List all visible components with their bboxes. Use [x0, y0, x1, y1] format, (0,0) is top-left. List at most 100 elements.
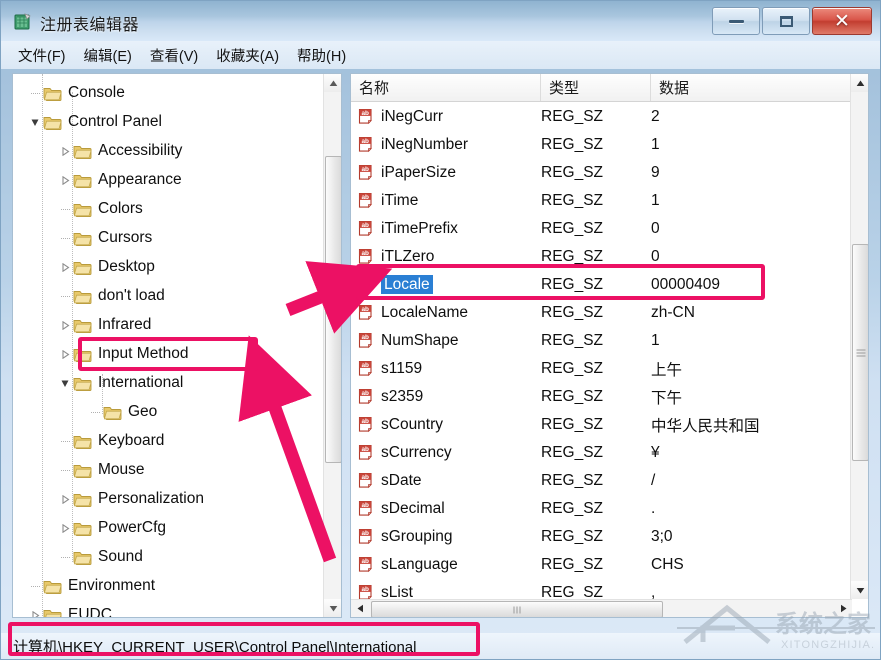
tree-connector-line: [57, 455, 73, 485]
tree-connector-line: [87, 397, 103, 427]
tree-scroll-down-button[interactable]: [324, 599, 342, 617]
tree-node-colors[interactable]: Colors: [57, 194, 143, 224]
tree-node-don-t-load[interactable]: don't load: [57, 281, 165, 311]
tree-node-label: PowerCfg: [98, 519, 166, 537]
maximize-icon: [780, 16, 793, 27]
column-header-2[interactable]: 数据: [651, 74, 851, 101]
tree-node-personalization[interactable]: Personalization: [57, 484, 204, 514]
registry-values-panel[interactable]: 名称类型数据 abiNegCurrREG_SZ2abiNegNumberREG_…: [350, 73, 869, 618]
string-value-icon: ab: [357, 359, 376, 378]
value-row[interactable]: abNumShapeREG_SZ1: [351, 327, 848, 355]
menu-item-3[interactable]: 收藏夹(A): [207, 42, 288, 69]
expand-triangle-icon[interactable]: [57, 484, 73, 514]
value-row[interactable]: abiNegNumberREG_SZ1: [351, 131, 848, 159]
value-data: 上午: [651, 358, 682, 380]
menu-item-0[interactable]: 文件(F): [9, 42, 75, 69]
svg-text:ab: ab: [361, 306, 369, 313]
value-row[interactable]: absGroupingREG_SZ3;0: [351, 523, 848, 551]
list-hscrollbar-thumb[interactable]: [371, 601, 663, 618]
tree-node-desktop[interactable]: Desktop: [57, 252, 155, 282]
menu-item-2[interactable]: 查看(V): [141, 42, 207, 69]
tree-node-infrared[interactable]: Infrared: [57, 310, 151, 340]
value-row[interactable]: absLanguageREG_SZCHS: [351, 551, 848, 579]
value-row[interactable]: abs1159REG_SZ上午: [351, 355, 848, 383]
list-scrollbar-thumb[interactable]: [852, 244, 869, 461]
value-row[interactable]: abiTimeREG_SZ1: [351, 187, 848, 215]
value-data: zh-CN: [651, 304, 695, 322]
value-type: REG_SZ: [541, 388, 603, 406]
string-value-icon: ab: [357, 387, 376, 406]
list-scroll-down-button[interactable]: [851, 581, 869, 599]
value-row[interactable]: abiTLZeroREG_SZ0: [351, 243, 848, 271]
tree-node-international[interactable]: International: [57, 368, 183, 398]
tree-node-input-method[interactable]: Input Method: [57, 339, 188, 369]
minimize-button[interactable]: [712, 7, 760, 35]
tree-node-sound[interactable]: Sound: [57, 542, 143, 572]
value-row[interactable]: absDateREG_SZ/: [351, 467, 848, 495]
registry-tree-panel[interactable]: ConsoleControl Panel Accessibility Appeara…: [12, 73, 342, 618]
tree-node-keyboard[interactable]: Keyboard: [57, 426, 164, 456]
tree-node-powercfg[interactable]: PowerCfg: [57, 513, 166, 543]
value-type: REG_SZ: [541, 332, 603, 350]
value-row[interactable]: abs2359REG_SZ下午: [351, 383, 848, 411]
tree-connector-line: [57, 194, 73, 224]
tree-node-mouse[interactable]: Mouse: [57, 455, 145, 485]
tree-node-accessibility[interactable]: Accessibility: [57, 136, 182, 166]
tree-node-control-panel[interactable]: Control Panel: [27, 107, 162, 137]
collapse-triangle-icon[interactable]: [27, 107, 43, 137]
scrollbar-grip-icon: [856, 347, 865, 358]
tree-vertical-scrollbar[interactable]: [323, 74, 341, 617]
title-bar: 注册表编辑器 ✕: [1, 1, 880, 41]
value-row[interactable]: absCurrencyREG_SZ¥: [351, 439, 848, 467]
value-name: iTLZero: [381, 248, 434, 266]
folder-icon: [73, 462, 93, 479]
expand-triangle-icon[interactable]: [57, 310, 73, 340]
folder-icon: [73, 230, 93, 247]
list-scroll-up-button[interactable]: [851, 74, 869, 92]
list-horizontal-scrollbar[interactable]: [351, 599, 852, 617]
value-row[interactable]: abiTimePrefixREG_SZ0: [351, 215, 848, 243]
svg-text:ab: ab: [361, 334, 369, 341]
value-name: sCurrency: [381, 444, 452, 462]
expand-triangle-icon[interactable]: [57, 252, 73, 282]
tree-node-eudc[interactable]: EUDC: [27, 600, 112, 618]
list-scroll-left-button[interactable]: [351, 600, 369, 617]
tree-node-environment[interactable]: Environment: [27, 571, 155, 601]
tree-node-geo[interactable]: Geo: [87, 397, 157, 427]
value-row[interactable]: abiNegCurrREG_SZ2: [351, 103, 848, 131]
folder-icon: [73, 491, 93, 508]
list-scroll-right-button[interactable]: [834, 600, 852, 617]
value-type: REG_SZ: [541, 500, 603, 518]
value-type: REG_SZ: [541, 164, 603, 182]
expand-triangle-icon[interactable]: [57, 513, 73, 543]
expand-triangle-icon[interactable]: [57, 136, 73, 166]
string-value-icon: ab: [357, 527, 376, 546]
column-header-0[interactable]: 名称: [351, 74, 541, 101]
value-row[interactable]: absDecimalREG_SZ.: [351, 495, 848, 523]
tree-node-label: Accessibility: [98, 142, 182, 160]
menu-item-4[interactable]: 帮助(H): [288, 42, 355, 69]
column-header-1[interactable]: 类型: [541, 74, 651, 101]
tree-scroll-up-button[interactable]: [324, 74, 342, 92]
value-type: REG_SZ: [541, 304, 603, 322]
menu-item-1[interactable]: 编辑(E): [75, 42, 141, 69]
tree-node-console[interactable]: Console: [27, 78, 125, 108]
value-row[interactable]: abLocaleNameREG_SZzh-CN: [351, 299, 848, 327]
value-row[interactable]: abiPaperSizeREG_SZ9: [351, 159, 848, 187]
maximize-button[interactable]: [762, 7, 810, 35]
tree-node-appearance[interactable]: Appearance: [57, 165, 182, 195]
close-button[interactable]: ✕: [812, 7, 872, 35]
tree-scrollbar-thumb[interactable]: [325, 156, 342, 463]
expand-triangle-icon[interactable]: [57, 165, 73, 195]
list-vertical-scrollbar[interactable]: [850, 74, 868, 599]
collapse-triangle-icon[interactable]: [57, 368, 73, 398]
string-value-icon: ab: [357, 219, 376, 238]
expand-triangle-icon[interactable]: [57, 339, 73, 369]
tree-node-cursors[interactable]: Cursors: [57, 223, 152, 253]
value-name-selected: Locale: [381, 275, 433, 294]
expand-triangle-icon[interactable]: [27, 600, 43, 618]
value-name: sLanguage: [381, 556, 458, 574]
value-data: 1: [651, 192, 660, 210]
value-row[interactable]: abLocaleREG_SZ00000409: [351, 271, 848, 299]
value-row[interactable]: absCountryREG_SZ中华人民共和国: [351, 411, 848, 439]
